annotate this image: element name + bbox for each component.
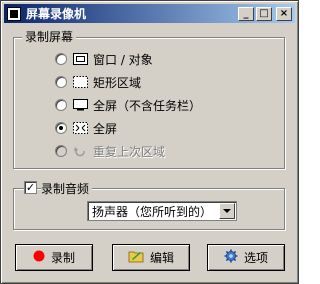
radio-repeat-last[interactable] <box>55 145 67 157</box>
edit-button[interactable]: 编辑 <box>112 244 190 271</box>
audio-device-select[interactable]: 扬声器（您所听到的） <box>87 201 237 221</box>
option-rectangle[interactable]: 矩形区域 <box>55 73 141 91</box>
rectangle-region-icon <box>73 76 88 88</box>
radio-fullscreen-no-taskbar[interactable] <box>55 99 67 111</box>
option-label: 重复上次区域 <box>93 144 166 159</box>
radio-rectangle[interactable] <box>55 76 67 88</box>
radio-fullscreen[interactable] <box>55 122 67 134</box>
repeat-icon <box>73 145 88 157</box>
radio-window[interactable] <box>55 53 67 65</box>
option-fullscreen-no-taskbar[interactable]: 全屏（不含任务栏） <box>55 96 201 114</box>
record-audio-checkbox[interactable]: ✓ <box>24 181 37 194</box>
option-window[interactable]: 窗口 / 对象 <box>55 50 153 68</box>
app-icon <box>7 6 21 21</box>
main-window: 屏幕录像机 _ □ × 录制屏幕 窗口 / 对象 矩形区域 全屏（不含任务栏） <box>0 0 299 284</box>
window-icon <box>73 53 88 65</box>
window-title: 屏幕录像机 <box>26 7 87 21</box>
option-label: 窗口 / 对象 <box>93 52 153 67</box>
edit-icon <box>128 249 144 266</box>
option-fullscreen[interactable]: 全屏 <box>55 119 117 137</box>
option-label: 矩形区域 <box>93 75 142 90</box>
gear-icon <box>224 249 238 266</box>
options-button[interactable]: 选项 <box>207 244 285 271</box>
option-label: 全屏（不含任务栏） <box>93 98 202 113</box>
title-bar[interactable]: 屏幕录像机 _ □ × <box>4 4 295 23</box>
record-button-label: 录制 <box>50 251 75 265</box>
record-icon <box>33 250 45 265</box>
record-audio-label: 录制音频 <box>41 180 93 197</box>
options-button-label: 选项 <box>243 251 268 265</box>
maximize-button[interactable]: □ <box>256 6 272 21</box>
minimize-button[interactable]: _ <box>238 6 254 21</box>
audio-device-value: 扬声器（您所听到的） <box>92 204 213 219</box>
option-label: 全屏 <box>93 121 118 136</box>
chevron-down-icon[interactable] <box>219 203 235 219</box>
capture-group-title: 录制屏幕 <box>22 30 77 44</box>
fullscreen-icon <box>73 122 88 134</box>
option-repeat-last[interactable]: 重复上次区域 <box>55 142 165 160</box>
edit-button-label: 编辑 <box>149 251 174 265</box>
monitor-icon <box>73 99 88 111</box>
close-button[interactable]: × <box>276 6 292 21</box>
record-button[interactable]: 录制 <box>15 244 93 271</box>
